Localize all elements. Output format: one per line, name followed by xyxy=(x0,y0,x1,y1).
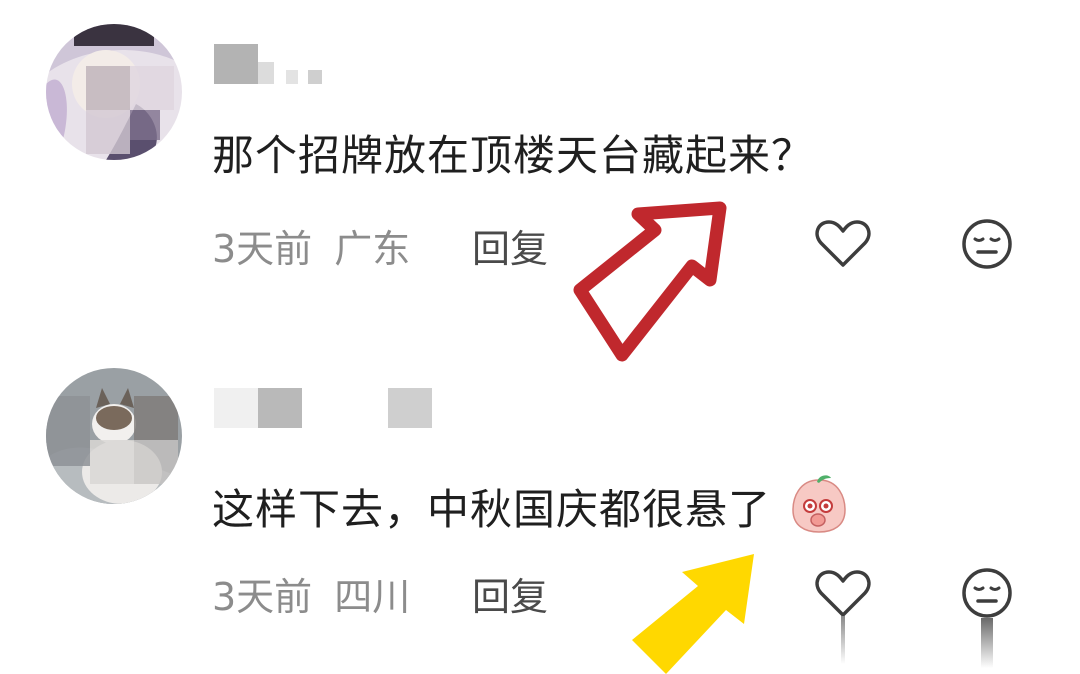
comment-location: 四川 xyxy=(334,575,411,619)
avatar[interactable] xyxy=(46,24,182,160)
meh-face-icon[interactable] xyxy=(960,566,1014,670)
heart-outline-icon[interactable] xyxy=(814,568,872,668)
yellow-arrow-annotation xyxy=(632,554,754,674)
comment-meta: 3天前 四川 xyxy=(212,566,410,621)
reply-button[interactable]: 回复 xyxy=(472,218,548,273)
username-masked[interactable] xyxy=(214,388,434,428)
comment-time: 3天前 xyxy=(212,227,313,271)
comment-text: 那个招牌放在顶楼天台藏起来？ xyxy=(212,131,815,180)
comment-time: 3天前 xyxy=(212,575,313,619)
comment-item: 那个招牌放在顶楼天台藏起来？ 3天前 广东 回复 xyxy=(0,0,1080,330)
avatar[interactable] xyxy=(46,368,182,504)
heart-outline-icon[interactable] xyxy=(814,218,872,270)
comment-text-content: 这样下去，中秋国庆都很悬了 xyxy=(212,485,772,534)
username-masked[interactable] xyxy=(214,44,324,84)
comment-location: 广东 xyxy=(334,227,411,271)
meh-face-icon[interactable] xyxy=(960,217,1014,271)
peach-face-emoji xyxy=(792,475,847,533)
comment-item: 这样下去，中秋国庆都很悬了 3天前 四川 回复 xyxy=(0,340,1080,674)
comment-meta: 3天前 广东 xyxy=(212,218,410,273)
reply-button[interactable]: 回复 xyxy=(472,566,548,621)
comment-text: 这样下去，中秋国庆都很悬了 xyxy=(212,474,849,537)
